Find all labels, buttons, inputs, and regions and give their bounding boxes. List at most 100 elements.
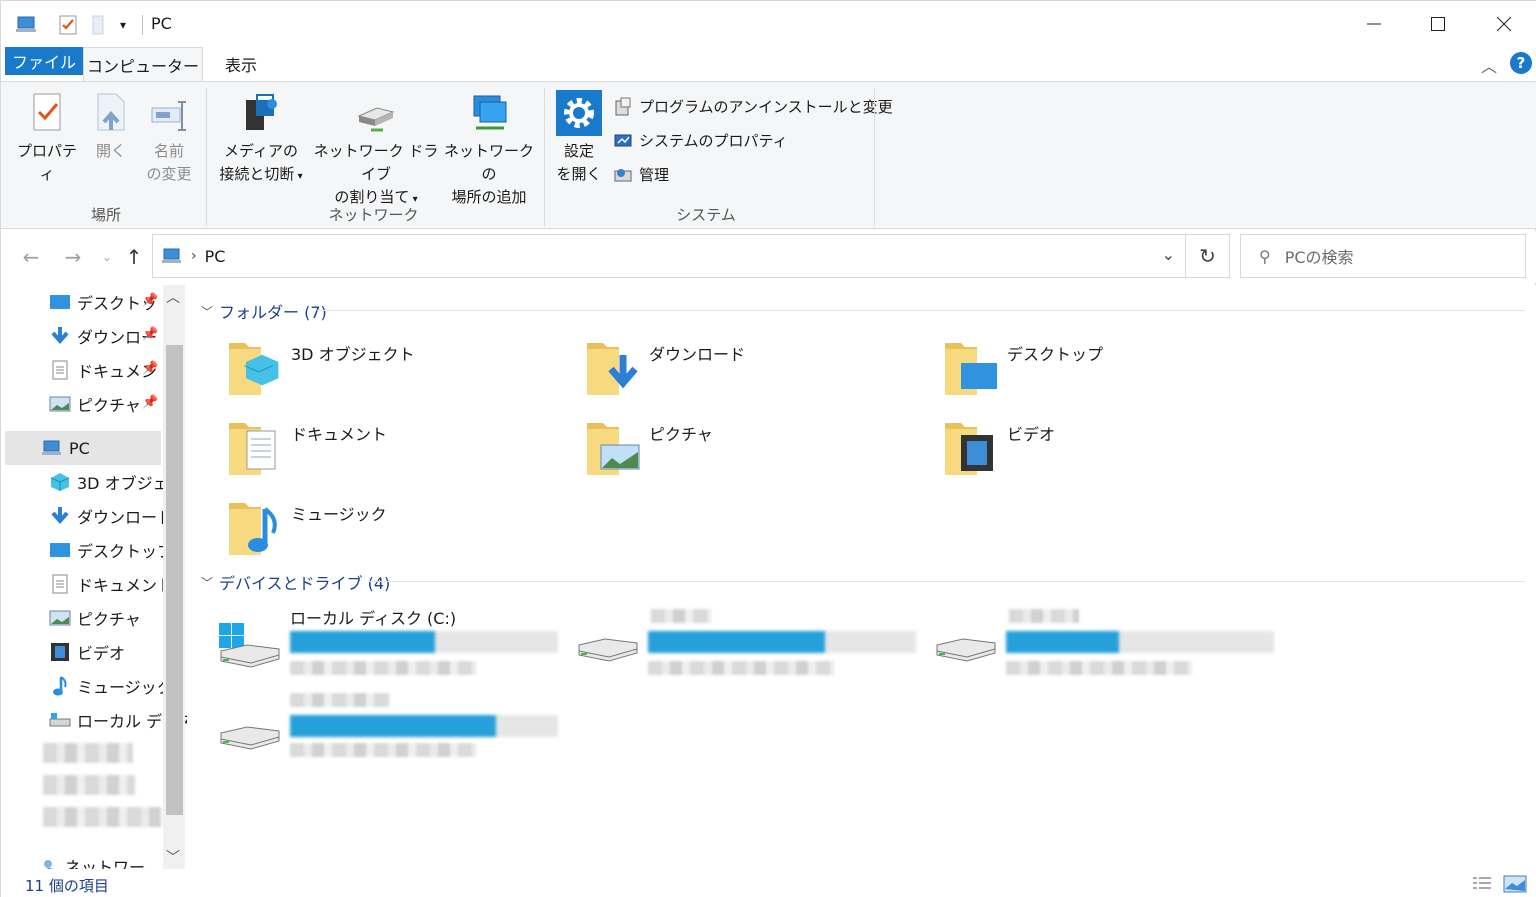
folder-label: ビデオ [1007,425,1056,444]
pc-icon [41,437,63,459]
back-arrow-icon[interactable]: ← [19,245,43,269]
address-bar[interactable]: › PC ⌄ [152,234,1186,278]
folder-videos[interactable]: ビデオ [943,415,1283,485]
redacted-drive-info [290,661,476,675]
large-icons-view-icon[interactable] [1503,875,1527,893]
breadcrumb-pc[interactable]: PC [205,247,226,266]
folders-section-header[interactable]: ﹀ フォルダー (7) [201,299,327,323]
pin-icon[interactable]: 📌 [142,327,158,342]
drive-2[interactable] [575,605,925,685]
rename-icon [151,101,186,131]
tab-view[interactable]: 表示 [206,47,276,81]
collapse-ribbon-icon[interactable]: ︿ [1481,53,1497,77]
sidebar-item-label: デスクトップ [77,542,174,561]
media-server-icon [246,94,277,130]
download-icon [49,325,71,347]
folder-label: ドキュメント [291,425,388,444]
redacted-drive-name [290,693,390,707]
map-network-drive-button[interactable]: ネットワーク ドライブ の割り当て ▾ [311,90,441,211]
windows-drive-icon [219,623,280,668]
folder-documents[interactable]: ドキュメント [227,415,567,485]
map-drive-label-1: ネットワーク ドライブ [313,142,439,183]
redacted-item [43,775,135,795]
pc-icon[interactable] [15,13,39,37]
system-properties-button[interactable]: システムのプロパティ [613,130,788,151]
pin-icon[interactable]: 📌 [142,293,158,308]
network-group-label: ネットワーク [328,206,419,224]
breadcrumb-chevron-icon[interactable]: › [191,248,197,264]
new-folder-quick-icon[interactable] [89,13,107,37]
redacted-drive-info [1006,661,1192,675]
drive-3[interactable] [933,605,1283,685]
folder-pictures[interactable]: ピクチャ [585,415,925,485]
sidebar-item-label: ダウンロード [77,508,174,527]
system-properties-label: システムのプロパティ [639,132,788,150]
location-group-label: 場所 [90,206,121,224]
add-network-location-button[interactable]: ネットワークの 場所の追加 [443,90,535,209]
folder-downloads[interactable]: ダウンロード [585,335,925,405]
properties-quick-icon[interactable] [57,13,79,37]
sidebar-scroll-thumb[interactable] [166,345,183,815]
minimize-button[interactable] [1351,7,1397,41]
search-box[interactable]: ⚲ PCの検索 [1240,234,1526,278]
downloads-folder-icon [587,343,638,395]
close-button[interactable] [1481,7,1527,41]
ribbon: プロパティ 開く 名前 の変更 場所 メディアの 接続と切断 ▾ ネットワーク … [1,81,1536,229]
explorer-window: ▾ PC ファイル コンピューター 表示 ︿ ? プロパティ 開く 名前 の変更… [0,0,1536,897]
search-placeholder[interactable]: PCの検索 [1285,244,1354,268]
uninstall-label: プログラムのアンインストールと変更 [639,98,893,116]
sidebar-item-network[interactable]: ネットワーク [37,849,147,869]
pin-icon[interactable]: 📌 [142,361,158,376]
forward-arrow-icon[interactable]: → [61,245,85,269]
refresh-icon: ↻ [1199,244,1216,268]
ribbon-separator [206,88,207,226]
ribbon-tabs: ファイル コンピューター 表示 ︿ ? [1,47,1536,82]
media-connect-button[interactable]: メディアの 接続と切断 ▾ [213,90,309,188]
recent-locations-icon[interactable]: ⌄ [95,245,119,269]
drive-4[interactable] [217,693,567,773]
drive-icon [578,638,638,662]
drive-usage-fill [290,715,497,737]
sidebar-item-label: ピクチャ [77,396,141,415]
drive-icon [220,726,280,750]
drives-section-header[interactable]: ﹀ デバイスとドライブ (4) [201,570,390,594]
details-view-icon[interactable] [1471,875,1493,893]
help-icon[interactable]: ? [1510,52,1532,74]
properties-icon [33,93,61,131]
up-arrow-icon[interactable]: ↑ [122,245,146,269]
rename-button[interactable]: 名前 の変更 [141,90,197,186]
maximize-button[interactable] [1415,7,1461,41]
folder-music[interactable]: ミュージック [227,495,567,565]
scroll-up-icon[interactable]: ︿ [166,287,180,307]
pin-icon[interactable]: 📌 [142,395,158,410]
customize-quick-access-icon[interactable]: ▾ [115,13,131,37]
open-settings-button[interactable]: 設定 を開く [553,90,605,186]
folder-3d-objects[interactable]: 3D オブジェクト [227,335,567,405]
uninstall-icon [615,97,631,115]
properties-button[interactable]: プロパティ [11,90,83,186]
status-bar: 11 個の項目 [1,869,1536,897]
add-location-label-2: 場所の追加 [451,188,527,206]
sidebar-item-pc[interactable]: PC [5,431,161,465]
item-count: 11 個の項目 [25,877,109,895]
folder-label: ミュージック [291,505,387,524]
open-button[interactable]: 開く [89,90,133,163]
rename-label-1: 名前 [153,142,184,160]
3d-icon [49,471,71,493]
folder-desktop[interactable]: デスクトップ [943,335,1283,405]
drive-local-c[interactable]: ローカル ディスク (C:) [217,605,567,685]
redacted-item [43,743,133,763]
chevron-down-icon: ﹀ [201,304,214,319]
tab-file[interactable]: ファイル [5,47,83,75]
window-title: PC [151,14,172,33]
settings-label-1: 設定 [563,142,594,160]
manage-button[interactable]: 管理 [613,164,669,185]
tab-computer[interactable]: コンピューター [83,47,203,82]
music-folder-icon [229,503,277,555]
refresh-button[interactable]: ↻ [1185,234,1230,278]
address-dropdown-icon[interactable]: ⌄ [1162,245,1175,264]
drive-usage-bar [290,715,558,737]
open-icon [97,93,125,131]
scroll-down-icon[interactable]: ﹀ [166,847,180,867]
uninstall-program-button[interactable]: プログラムのアンインストールと変更 [613,96,893,117]
